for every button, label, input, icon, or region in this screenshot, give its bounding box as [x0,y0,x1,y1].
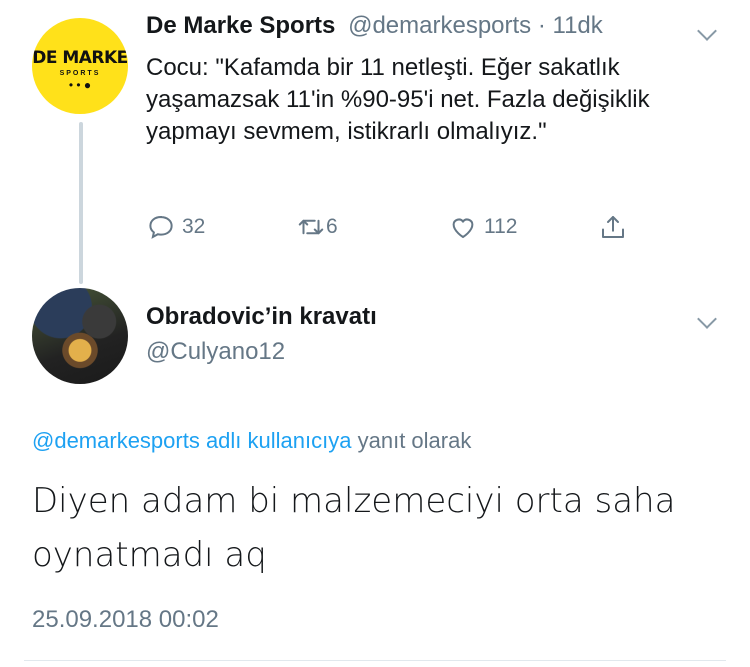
tweet1-time[interactable]: 11dk [553,12,603,39]
tweet1-header: De Marke Sports @demarkesports · 11dk [146,12,603,40]
tweet2-timestamp[interactable]: 25.09.2018 00:02 [32,606,219,634]
reply-suffix: yanıt olarak [357,428,472,453]
retweet-count: 6 [326,215,338,238]
tweet1-text: Cocu: "Kafamda bir 11 netleşti. Eğer sak… [146,54,650,145]
reply-count: 32 [182,215,206,238]
share-button[interactable] [598,210,628,244]
like-count: 112 [484,215,518,238]
tweet2-text: Diyen adam bi malzemeciyi orta saha oyna… [32,481,676,575]
chevron-down-icon[interactable] [697,309,717,329]
tweet1-author-name[interactable]: De Marke Sports [146,12,335,39]
retweet-icon [298,219,324,235]
logo-subtitle: SPORTS [59,70,101,77]
tweet2-handle[interactable]: @Culyano12 [146,338,285,366]
tweet1-handle[interactable]: @demarkesports [348,12,531,39]
like-icon [452,218,474,239]
reply-context: @demarkesports adlı kullanıcıya yanıt ol… [32,428,471,454]
like-button[interactable]: 112 [448,210,517,244]
reply-icon [149,215,173,239]
logo-dots: • • ● [68,78,92,92]
logo-wordmark: DE MARKE [32,48,128,68]
demarke-avatar[interactable]: DE MARKE SPORTS • • ● [32,18,128,114]
thread-connector-line [79,122,83,284]
divider [24,660,726,661]
tweet1-separator: · [537,12,546,39]
chevron-down-icon[interactable] [697,21,717,41]
tweet2-author-name[interactable]: Obradovic’in kravatı [146,303,377,331]
retweet-button[interactable]: 6 [296,210,338,244]
share-icon [602,216,624,238]
reply-mention-link[interactable]: @demarkesports adlı kullanıcıya [32,428,351,453]
reply-button[interactable]: 32 [146,210,205,244]
user-avatar[interactable] [32,288,128,384]
